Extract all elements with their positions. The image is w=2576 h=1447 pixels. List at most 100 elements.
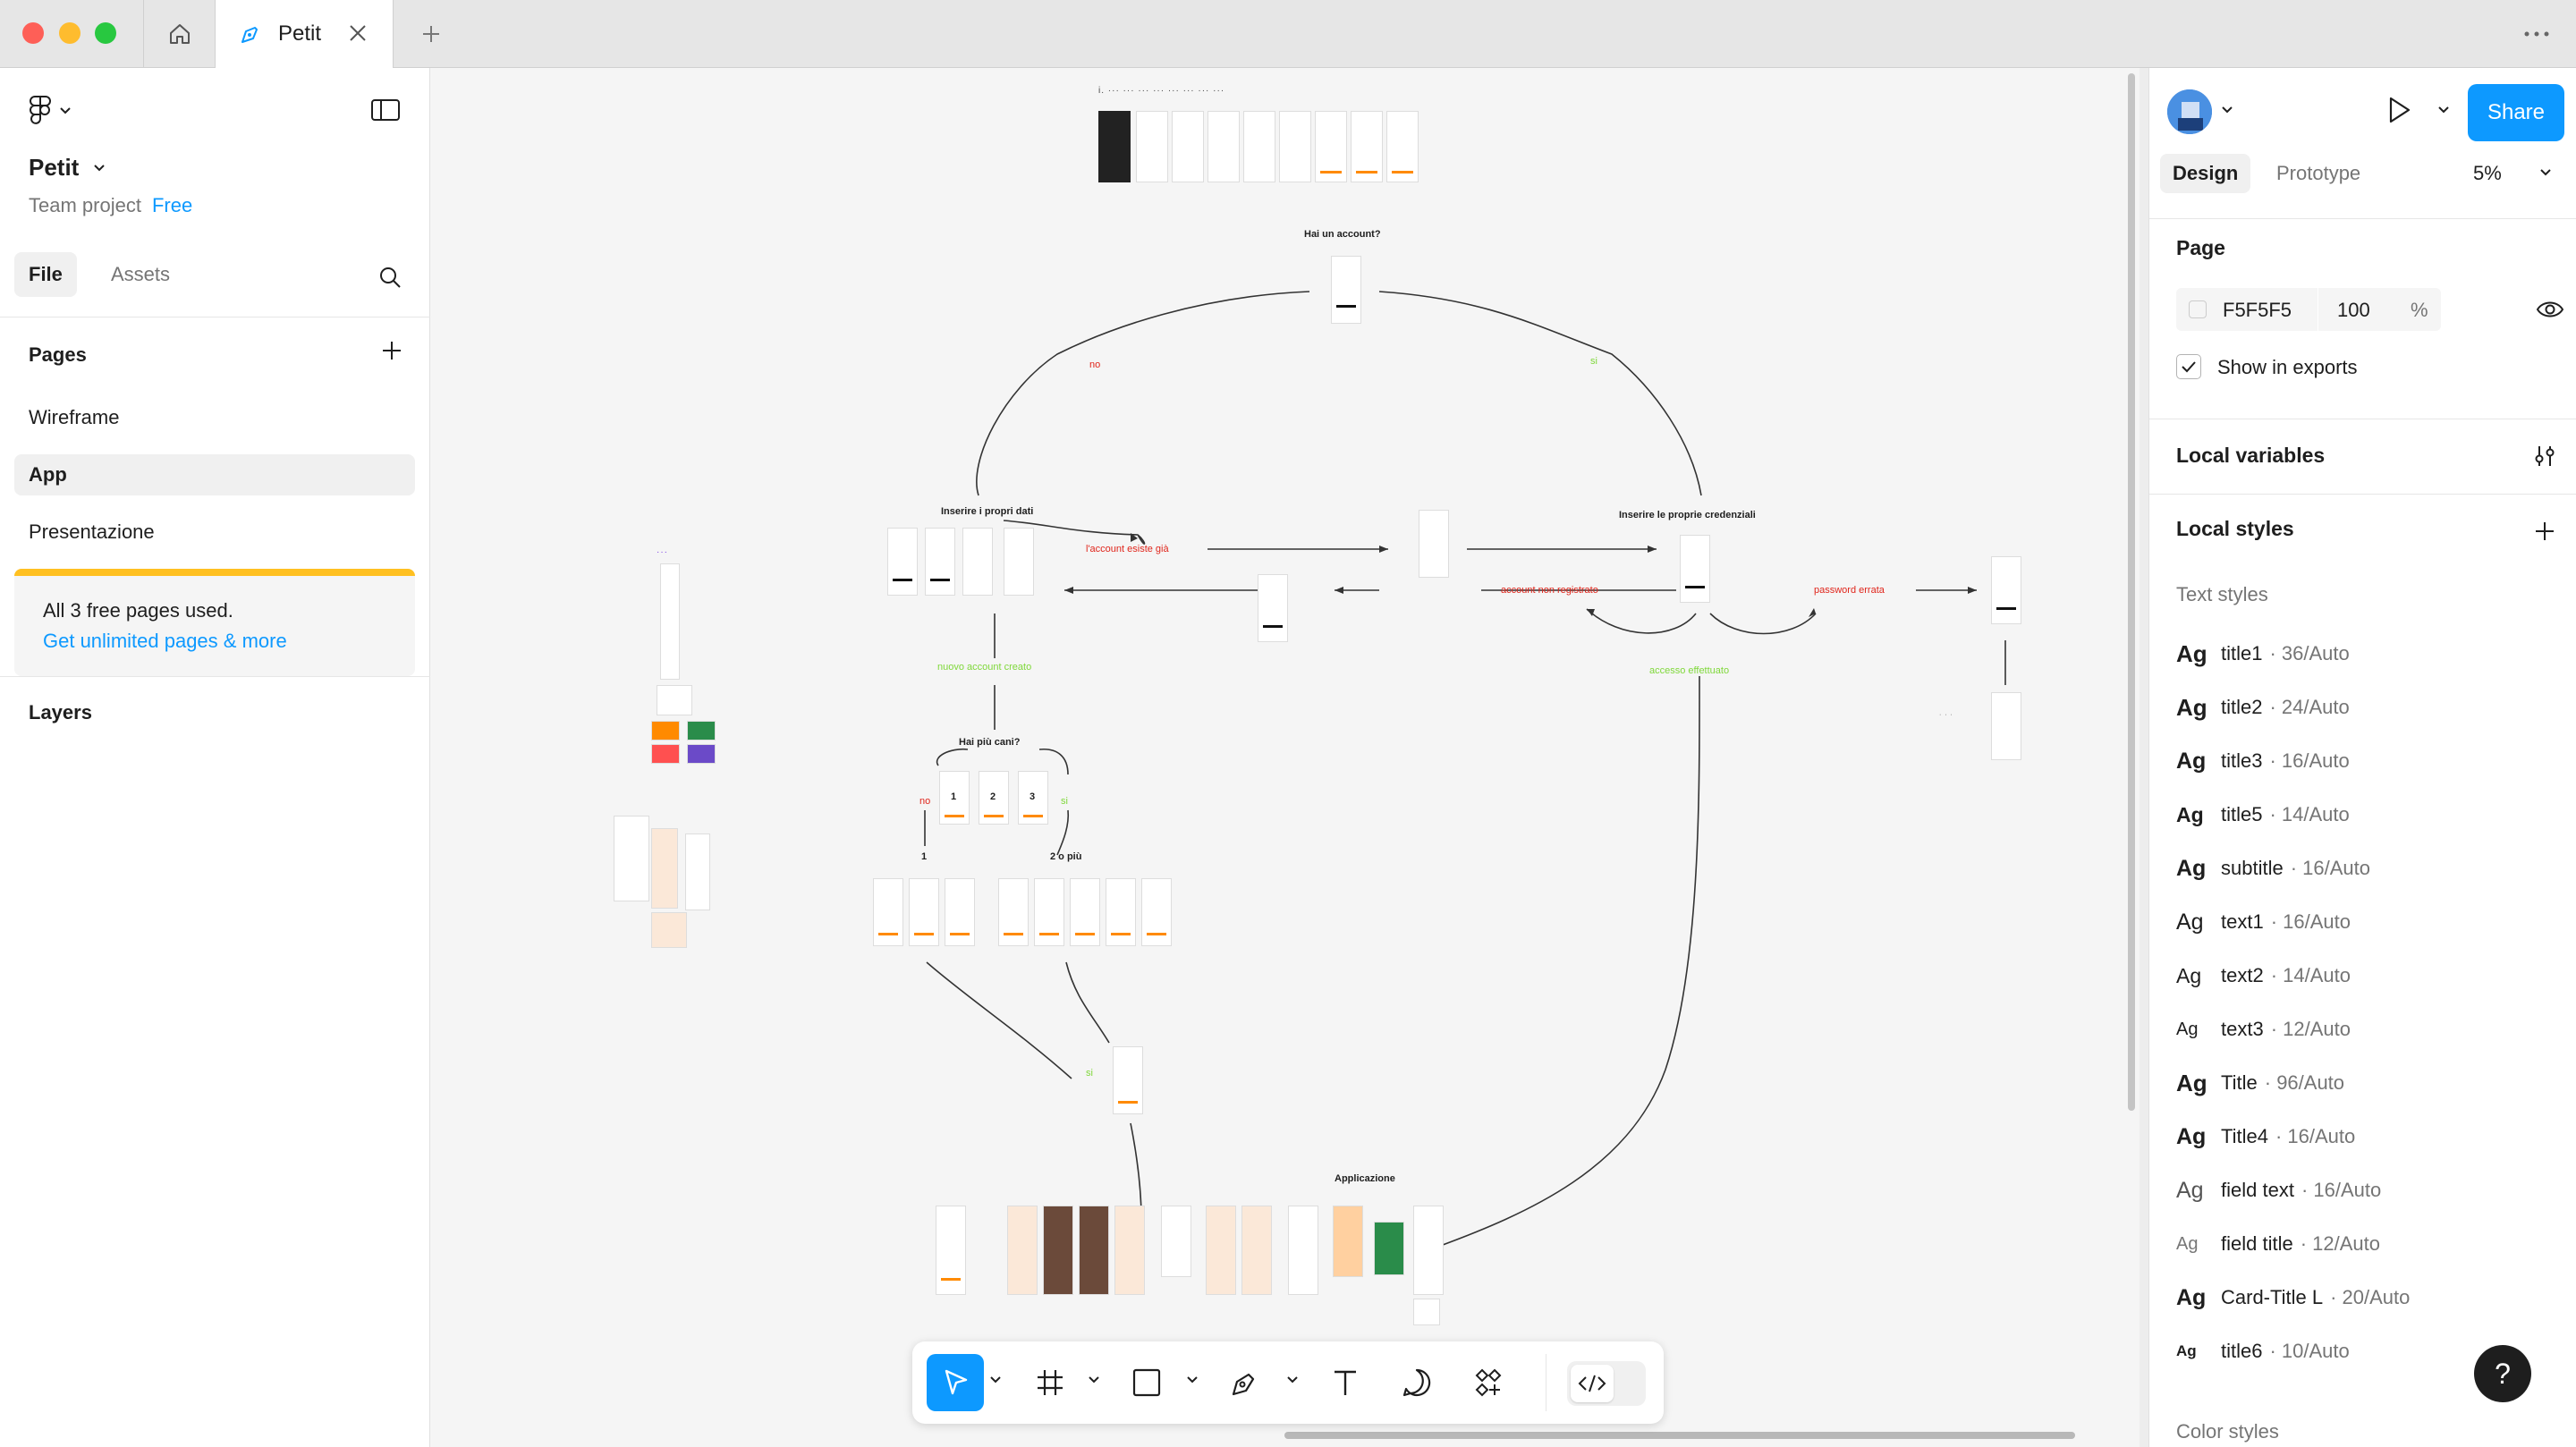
share-button[interactable]: Share	[2468, 84, 2564, 141]
plan-badge[interactable]: Free	[152, 194, 192, 216]
screen-thumb	[1279, 111, 1311, 182]
new-tab-button[interactable]	[413, 16, 449, 52]
main-menu-button[interactable]	[29, 95, 72, 127]
page-item-wireframe[interactable]: Wireframe	[14, 397, 415, 438]
chevron-down-icon[interactable]	[2539, 168, 2552, 177]
zoom-level[interactable]: 5%	[2473, 154, 2502, 193]
tab-design[interactable]: Design	[2160, 154, 2251, 193]
screen-thumb	[1386, 111, 1419, 182]
text-style-preview: Ag	[2176, 1284, 2207, 1310]
text-style-name: field text	[2221, 1179, 2294, 1201]
screen-thumb	[1241, 1206, 1272, 1295]
close-tab-icon[interactable]	[346, 21, 369, 45]
chevron-down-icon[interactable]	[1286, 1375, 1299, 1384]
present-button[interactable]	[2384, 95, 2414, 130]
rectangle-tool-button[interactable]	[1122, 1354, 1172, 1411]
screen-thumb: 2	[979, 771, 1009, 825]
flow-label-inserire-dati: Inserire i propri dati	[941, 506, 1034, 517]
add-style-button[interactable]	[2532, 519, 2557, 548]
text-style-item[interactable]: Ag text1 · 16/Auto	[2176, 904, 2351, 940]
pen-tool-button[interactable]	[1220, 1354, 1270, 1411]
text-style-name: title1	[2221, 642, 2263, 664]
chevron-down-icon[interactable]	[2221, 106, 2233, 114]
show-in-exports-checkbox[interactable]	[2176, 354, 2201, 379]
text-style-item[interactable]: Ag title6 · 10/Auto	[2176, 1333, 2350, 1369]
design-canvas[interactable]: i. ··· ··· ··· ··· ··· ··· ··· ··· Hai u…	[431, 68, 2140, 1447]
text-style-item[interactable]: Ag Card-Title L · 20/Auto	[2176, 1280, 2410, 1316]
tab-prototype[interactable]: Prototype	[2264, 154, 2373, 193]
comment-tool-button[interactable]	[1392, 1354, 1442, 1411]
chevron-down-icon[interactable]	[2437, 106, 2450, 114]
components-icon	[1475, 1368, 1502, 1397]
file-name-button[interactable]: Petit	[29, 154, 106, 182]
color-swatch[interactable]	[2189, 300, 2207, 318]
page-color-field[interactable]: F5F5F5 100 %	[2176, 288, 2441, 331]
dev-mode-toggle[interactable]	[1567, 1361, 1646, 1406]
page-item-app[interactable]: App	[14, 454, 415, 495]
component-set	[614, 816, 649, 901]
search-button[interactable]	[377, 265, 402, 294]
text-style-item[interactable]: Ag title5 · 14/Auto	[2176, 797, 2350, 833]
vertical-scrollbar[interactable]	[2128, 73, 2135, 1111]
tab-assets[interactable]: Assets	[97, 252, 184, 297]
text-style-item[interactable]: Ag title2 · 24/Auto	[2176, 690, 2350, 725]
text-style-item[interactable]: Ag title1 · 36/Auto	[2176, 636, 2350, 672]
screen-thumb	[925, 528, 955, 596]
text-style-meta: · 16/Auto	[2290, 857, 2370, 879]
text-style-item[interactable]: Ag field title · 12/Auto	[2176, 1226, 2380, 1262]
text-style-name: title6	[2221, 1340, 2263, 1362]
text-style-item[interactable]: Ag subtitle · 16/Auto	[2176, 850, 2370, 886]
text-style-item[interactable]: Ag title3 · 16/Auto	[2176, 743, 2350, 779]
text-style-item[interactable]: Ag text3 · 12/Auto	[2176, 1011, 2351, 1047]
text-style-meta: · 36/Auto	[2269, 642, 2350, 664]
text-style-item[interactable]: Ag text2 · 14/Auto	[2176, 958, 2351, 994]
horizontal-scrollbar[interactable]	[1284, 1432, 2075, 1439]
chevron-down-icon[interactable]	[1088, 1375, 1100, 1384]
page-opacity-value[interactable]: 100	[2337, 299, 2370, 322]
divider	[2149, 218, 2576, 219]
avatar[interactable]	[2167, 89, 2212, 134]
chevron-down-icon[interactable]	[989, 1375, 1002, 1384]
upsell-text: All 3 free pages used.	[43, 599, 233, 622]
move-tool-button[interactable]	[927, 1354, 984, 1411]
text-styles-label: Text styles	[2176, 583, 2268, 605]
zoom-window-button[interactable]	[95, 22, 116, 44]
text-style-name: title5	[2221, 803, 2263, 825]
text-tool-button[interactable]	[1320, 1354, 1370, 1411]
help-button[interactable]: ?	[2474, 1345, 2531, 1402]
text-style-item[interactable]: Ag field text · 16/Auto	[2176, 1172, 2381, 1208]
page-item-presentazione[interactable]: Presentazione	[14, 512, 415, 553]
minimize-window-button[interactable]	[59, 22, 80, 44]
layers-title: Layers	[29, 701, 92, 724]
plus-icon	[423, 26, 439, 42]
actions-tool-button[interactable]	[1463, 1354, 1513, 1411]
chevron-down-icon[interactable]	[1186, 1375, 1199, 1384]
upsell-link[interactable]: Get unlimited pages & more	[43, 630, 415, 653]
component-set	[685, 834, 710, 910]
text-style-meta: · 12/Auto	[2270, 1018, 2351, 1040]
visibility-toggle[interactable]	[2536, 297, 2564, 326]
play-icon	[2389, 97, 2411, 123]
color-styles-label: Color styles	[2176, 1420, 2279, 1443]
component-set	[657, 685, 692, 715]
user-avatar-icon	[2167, 89, 2212, 134]
add-page-button[interactable]	[379, 338, 404, 368]
more-options-button[interactable]	[2522, 23, 2551, 49]
file-tab[interactable]: Petit	[215, 0, 394, 68]
text-style-item[interactable]: Ag Title4 · 16/Auto	[2176, 1119, 2355, 1155]
code-icon	[1578, 1375, 1606, 1392]
home-tab[interactable]	[143, 0, 215, 68]
screen-thumb	[873, 878, 903, 946]
tab-file[interactable]: File	[14, 252, 77, 297]
screen-thumb	[909, 878, 939, 946]
screen-thumb	[1070, 878, 1100, 946]
text-style-preview: Ag	[2176, 748, 2207, 774]
toggle-sidebar-button[interactable]	[370, 98, 401, 126]
local-variables-title[interactable]: Local variables	[2176, 444, 2325, 468]
text-style-item[interactable]: Ag Title · 96/Auto	[2176, 1065, 2344, 1101]
component-set	[651, 721, 680, 740]
variables-button[interactable]	[2532, 444, 2557, 473]
close-window-button[interactable]	[22, 22, 44, 44]
frame-tool-button[interactable]	[1025, 1354, 1075, 1411]
page-color-hex[interactable]: F5F5F5	[2223, 299, 2292, 322]
